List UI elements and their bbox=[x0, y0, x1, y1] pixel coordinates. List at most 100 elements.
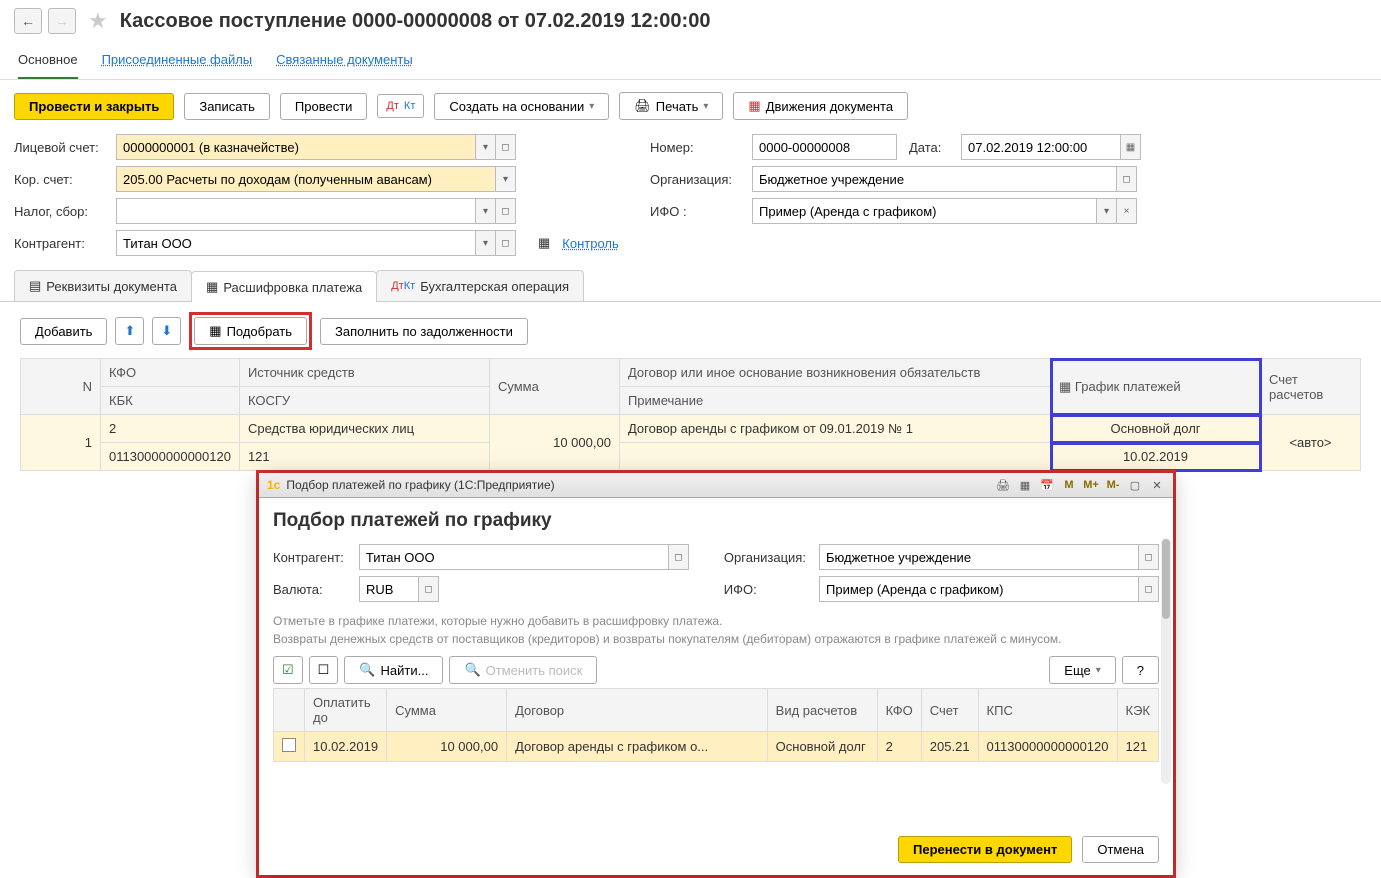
cancel-search-icon: 🔍 bbox=[464, 662, 480, 678]
tax-dropdown-icon[interactable]: ▾ bbox=[476, 198, 496, 224]
contragent-input[interactable] bbox=[116, 230, 476, 256]
modal-mplus-button[interactable]: M+ bbox=[1083, 477, 1099, 493]
modal-currency-open-icon[interactable]: ◻ bbox=[419, 576, 439, 602]
schedule-row[interactable]: 10.02.2019 10 000,00 Договор аренды с гр… bbox=[274, 732, 1159, 762]
modal-org-input[interactable] bbox=[819, 544, 1139, 570]
control-link[interactable]: Контроль bbox=[562, 236, 618, 251]
modal-currency-input[interactable] bbox=[359, 576, 419, 602]
calendar-icon: ▦ bbox=[538, 235, 550, 251]
account-input[interactable] bbox=[116, 134, 476, 160]
arrow-down-icon: ⬇ bbox=[161, 323, 172, 339]
modal-ifo-label: ИФО: bbox=[724, 582, 807, 597]
cell-kfo-modal: 2 bbox=[877, 732, 921, 762]
fill-by-debt-button[interactable]: Заполнить по задолженности bbox=[320, 318, 528, 345]
modal-grid-icon[interactable]: ▦ bbox=[1017, 477, 1033, 493]
org-label: Организация: bbox=[650, 172, 740, 187]
table-row[interactable]: 1 2 Средства юридических лиц 10 000,00 Д… bbox=[21, 415, 1361, 443]
ifo-label: ИФО : bbox=[650, 204, 740, 219]
cell-acc-modal: 205.21 bbox=[921, 732, 978, 762]
tab-payment-details[interactable]: ▦Расшифровка платежа bbox=[191, 271, 377, 302]
col-kfo-modal: КФО bbox=[877, 689, 921, 732]
add-row-button[interactable]: Добавить bbox=[20, 318, 107, 345]
modal-contragent-input[interactable] bbox=[359, 544, 669, 570]
col-src: Источник средств bbox=[239, 359, 489, 387]
ifo-clear-icon[interactable]: × bbox=[1117, 198, 1137, 224]
modal-window-title: Подбор платежей по графику (1С:Предприят… bbox=[286, 478, 554, 492]
document-icon: ▤ bbox=[29, 278, 41, 294]
cell-kbk: 01130000000000120 bbox=[101, 443, 240, 471]
print-button[interactable]: 🖨Печать bbox=[619, 92, 723, 120]
org-open-icon[interactable]: ◻ bbox=[1117, 166, 1137, 192]
col-sum-modal: Сумма bbox=[387, 689, 507, 732]
save-button[interactable]: Записать bbox=[184, 93, 270, 120]
modal-print-icon[interactable]: 🖨 bbox=[995, 477, 1011, 493]
tab-requisites[interactable]: ▤Реквизиты документа bbox=[14, 270, 192, 301]
contragent-label: Контрагент: bbox=[14, 236, 104, 251]
cancel-find-button[interactable]: 🔍Отменить поиск bbox=[449, 656, 597, 684]
modal-table-toolbar: ☑ ☐ 🔍Найти... 🔍Отменить поиск Еще ? bbox=[273, 656, 1159, 684]
account-dropdown-icon[interactable]: ▾ bbox=[476, 134, 496, 160]
account-label: Лицевой счет: bbox=[14, 140, 104, 155]
dt-kt-icon: ДᴛКᴛ bbox=[391, 280, 415, 292]
cell-src: Средства юридических лиц bbox=[239, 415, 489, 443]
modal-contragent-open-icon[interactable]: ◻ bbox=[669, 544, 689, 570]
favorite-star-icon[interactable]: ★ bbox=[88, 8, 108, 34]
tax-open-icon[interactable]: ◻ bbox=[496, 198, 516, 224]
create-based-on-button[interactable]: Создать на основании bbox=[434, 93, 609, 120]
tab-attached-files[interactable]: Присоединенные файлы bbox=[102, 46, 253, 79]
find-button[interactable]: 🔍Найти... bbox=[344, 656, 443, 684]
page-title: Кассовое поступление 0000-00000008 от 07… bbox=[120, 10, 711, 33]
ifo-dropdown-icon[interactable]: ▾ bbox=[1097, 198, 1117, 224]
pick-button[interactable]: ▦Подобрать bbox=[194, 317, 307, 345]
ifo-input[interactable] bbox=[752, 198, 1097, 224]
help-button[interactable]: ? bbox=[1122, 656, 1159, 684]
post-and-close-button[interactable]: Провести и закрыть bbox=[14, 93, 174, 120]
cell-schedule1: Основной долг bbox=[1051, 415, 1261, 443]
modal-ifo-input[interactable] bbox=[819, 576, 1139, 602]
uncheck-all-icon: ☐ bbox=[318, 662, 330, 678]
col-contract-modal: Договор bbox=[507, 689, 768, 732]
number-input[interactable] bbox=[752, 134, 897, 160]
modal-org-open-icon[interactable]: ◻ bbox=[1139, 544, 1159, 570]
table-toolbar: Добавить ⬆ ⬇ ▦Подобрать Заполнить по зад… bbox=[0, 302, 1381, 358]
tax-input[interactable] bbox=[116, 198, 476, 224]
post-button[interactable]: Провести bbox=[280, 93, 368, 120]
cancel-button[interactable]: Отмена bbox=[1082, 836, 1159, 863]
contragent-dropdown-icon[interactable]: ▾ bbox=[476, 230, 496, 256]
col-kbk: КБК bbox=[101, 387, 240, 415]
col-pay-before: Оплатить до bbox=[305, 689, 387, 732]
date-input[interactable] bbox=[961, 134, 1121, 160]
modal-close-icon[interactable]: ✕ bbox=[1149, 477, 1165, 493]
move-down-button[interactable]: ⬇ bbox=[152, 317, 181, 345]
tab-related-docs[interactable]: Связанные документы bbox=[276, 46, 413, 79]
table-row-sub[interactable]: 01130000000000120 121 10.02.2019 bbox=[21, 443, 1361, 471]
modal-scrollbar[interactable] bbox=[1161, 538, 1171, 784]
modal-calendar-icon[interactable]: 📅 bbox=[1039, 477, 1055, 493]
corr-label: Кор. счет: bbox=[14, 172, 104, 187]
tab-main[interactable]: Основное bbox=[18, 46, 78, 79]
nav-back-button[interactable]: ← bbox=[14, 8, 42, 34]
tab-accounting-operation[interactable]: ДᴛКᴛБухгалтерская операция bbox=[376, 270, 584, 301]
date-picker-icon[interactable]: ▦ bbox=[1121, 134, 1141, 160]
dt-kt-icon-button[interactable]: ДᴛКᴛ bbox=[377, 94, 424, 118]
uncheck-all-button[interactable]: ☐ bbox=[309, 656, 339, 684]
modal-ifo-open-icon[interactable]: ◻ bbox=[1139, 576, 1159, 602]
modal-footer: Перенести в документ Отмена bbox=[259, 824, 1173, 875]
transfer-to-document-button[interactable]: Перенести в документ bbox=[898, 836, 1072, 863]
document-movements-button[interactable]: ▦Движения документа bbox=[733, 92, 908, 120]
cell-pay-before: 10.02.2019 bbox=[305, 732, 387, 762]
more-button[interactable]: Еще bbox=[1049, 656, 1115, 684]
col-check bbox=[274, 689, 305, 732]
modal-maximize-icon[interactable]: ▢ bbox=[1127, 477, 1143, 493]
corr-dropdown-icon[interactable]: ▾ bbox=[496, 166, 516, 192]
nav-forward-button[interactable]: → bbox=[48, 8, 76, 34]
modal-m-button[interactable]: M bbox=[1061, 477, 1077, 493]
check-all-button[interactable]: ☑ bbox=[273, 656, 303, 684]
modal-mminus-button[interactable]: M- bbox=[1105, 477, 1121, 493]
corr-input[interactable] bbox=[116, 166, 496, 192]
row-checkbox[interactable] bbox=[282, 738, 296, 752]
org-input[interactable] bbox=[752, 166, 1117, 192]
account-open-icon[interactable]: ◻ bbox=[496, 134, 516, 160]
move-up-button[interactable]: ⬆ bbox=[115, 317, 144, 345]
contragent-open-icon[interactable]: ◻ bbox=[496, 230, 516, 256]
